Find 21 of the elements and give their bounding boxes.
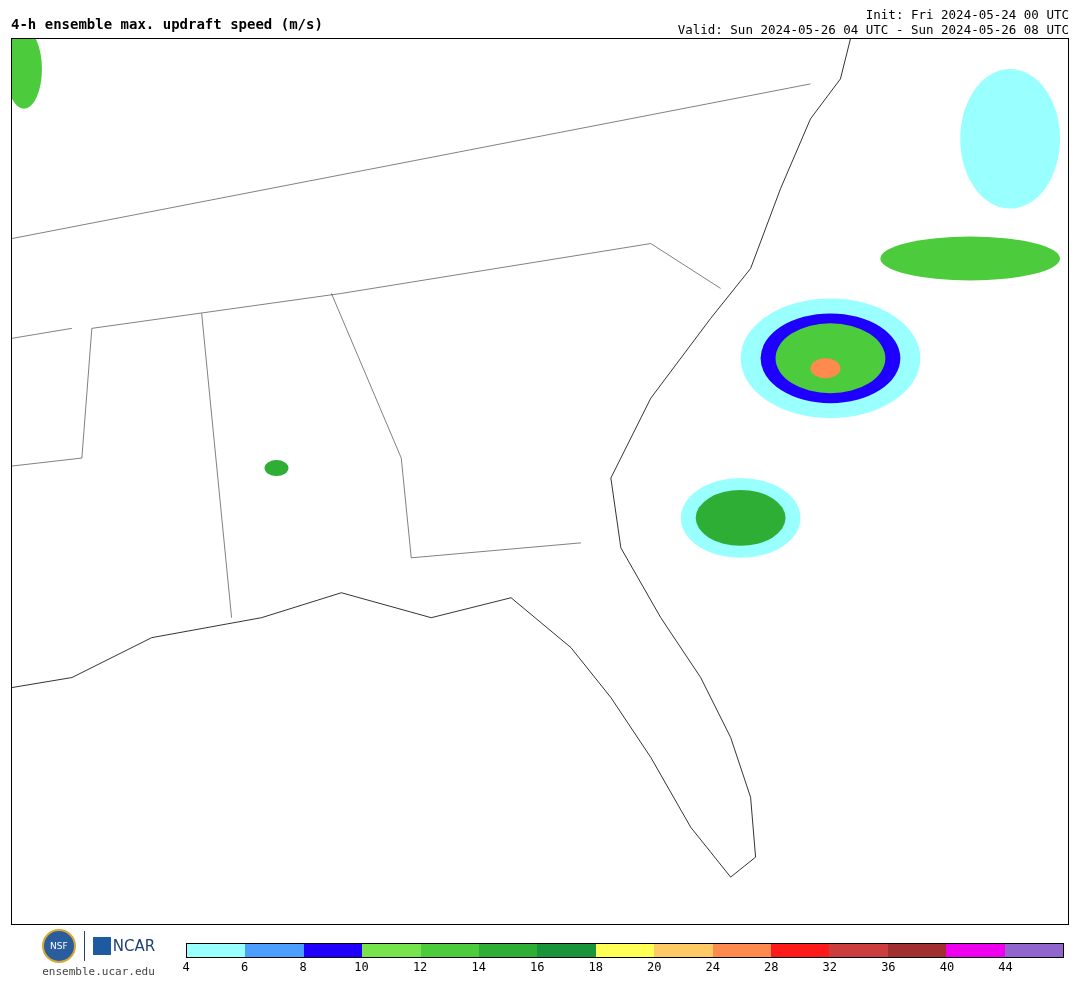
website-url: ensemble.ucar.edu [42,965,155,978]
scale-tick-label: 14 [471,960,486,974]
scale-tick-label: 18 [588,960,603,974]
scale-tick-label: 36 [881,960,896,974]
scale-tick-label: 8 [299,960,307,974]
scale-tick-label: 4 [182,960,190,974]
scale-tick-label: 16 [529,960,545,974]
scale-tick-label: 40 [939,960,955,974]
scale-tick-label: 32 [822,960,838,974]
nsf-logo: NSF [41,929,76,963]
ncar-logo: NCAR [92,937,156,955]
scale-tick-label: 20 [647,960,662,974]
map-title: 4-h ensemble max. updraft speed (m/s) [11,16,323,34]
scale-tick-label: 44 [998,960,1013,974]
scale-tick-label: 10 [354,960,369,974]
scale-tick-label: 24 [705,960,720,974]
scale-tick-label: 28 [764,960,779,974]
scale-tick-label: 6 [240,960,249,974]
valid-time: Valid: Sun 2024-05-26 04 UTC - Sun 2024-05-26 08 UTC [677,22,1069,37]
init-time: Init: Fri 2024-05-24 00 UTC [865,7,1069,22]
scale-tick-label: 12 [412,960,428,974]
